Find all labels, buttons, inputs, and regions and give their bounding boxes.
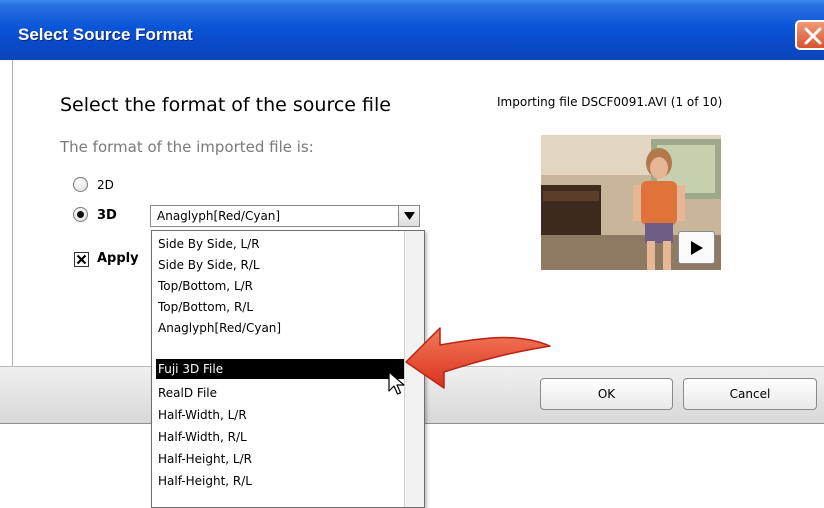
dropdown-option[interactable]: Anaglyph[Red/Cyan]: [152, 318, 404, 338]
dropdown-option[interactable]: Half-Width, L/R: [152, 405, 404, 425]
apply-checkbox-label: Apply: [97, 251, 139, 266]
video-thumbnail: [541, 135, 721, 270]
radio-3d[interactable]: [73, 207, 88, 222]
radio-2d-label: 2D: [97, 178, 114, 192]
radio-2d[interactable]: [73, 177, 88, 192]
dropdown-option[interactable]: RealD File: [152, 383, 404, 403]
dropdown-option[interactable]: Side By Side, L/R: [152, 234, 404, 254]
title-bar: Select Source Format: [0, 0, 824, 60]
cancel-button[interactable]: Cancel: [683, 378, 817, 410]
format-select-arrow[interactable]: [398, 206, 419, 226]
dropdown-option[interactable]: Half-Width, R/L: [152, 427, 404, 447]
dropdown-option[interactable]: Half-Height, L/R: [152, 449, 404, 469]
dropdown-option[interactable]: Top/Bottom, L/R: [152, 276, 404, 296]
importing-file-text: Importing file DSCF0091.AVI (1 of 10): [497, 95, 723, 109]
format-select[interactable]: Anaglyph[Red/Cyan]: [150, 205, 420, 227]
dropdown-option[interactable]: Top/Bottom, R/L: [152, 297, 404, 317]
format-dropdown-list[interactable]: Side By Side, L/R Side By Side, R/L Top/…: [151, 230, 425, 508]
checkmark-x-icon: [76, 254, 87, 265]
dropdown-option-highlighted[interactable]: Fuji 3D File: [156, 359, 404, 379]
dialog-heading: Select the format of the source file: [60, 94, 391, 116]
chevron-down-icon: [404, 212, 415, 220]
dialog-subheading: The format of the imported file is:: [60, 138, 314, 156]
radio-selected-dot: [77, 211, 84, 218]
close-icon: [804, 27, 822, 45]
play-icon: [691, 241, 703, 255]
format-select-value: Anaglyph[Red/Cyan]: [157, 209, 281, 223]
window-title: Select Source Format: [18, 25, 193, 44]
radio-3d-label: 3D: [97, 208, 117, 223]
dropdown-option[interactable]: Side By Side, R/L: [152, 255, 404, 275]
close-button[interactable]: [795, 20, 824, 50]
annotation-arrow-icon: [405, 327, 551, 389]
dropdown-option[interactable]: Half-Height, R/L: [152, 471, 404, 491]
apply-checkbox[interactable]: [74, 252, 89, 267]
play-button[interactable]: [678, 231, 715, 264]
mouse-cursor-icon: [388, 371, 405, 395]
